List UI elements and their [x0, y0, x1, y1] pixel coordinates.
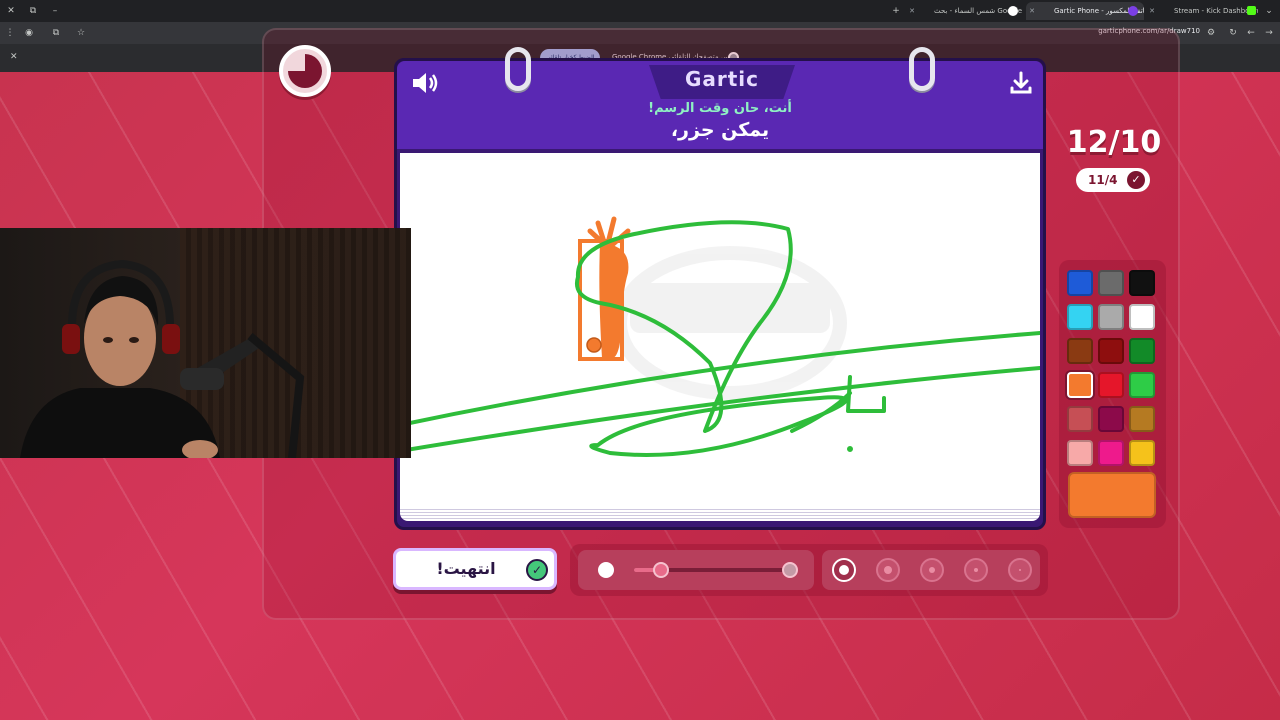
brush-size-xl[interactable] — [832, 558, 856, 582]
color-swatch[interactable] — [1098, 304, 1124, 330]
notebook-ring-right — [909, 47, 935, 91]
drawing-canvas[interactable] — [400, 153, 1040, 507]
color-swatch[interactable] — [1129, 372, 1155, 398]
brush-dot — [929, 567, 935, 573]
color-swatch[interactable] — [1098, 338, 1124, 364]
tab-close-icon[interactable]: ✕ — [906, 2, 918, 20]
tab-kick-dashboard[interactable]: ✕ Stream - Kick Dashboard — [1146, 2, 1258, 20]
color-swatch[interactable] — [1129, 304, 1155, 330]
round-counter: 12/10 — [1066, 125, 1162, 160]
speaker-icon[interactable] — [411, 71, 439, 95]
site-settings-icon[interactable]: ⚙ — [1204, 26, 1218, 40]
color-swatch[interactable] — [1129, 440, 1155, 466]
done-button[interactable]: انتهيت! ✓ — [393, 548, 557, 590]
streamer-figure — [20, 259, 305, 458]
menu-icon[interactable]: ⋮ — [3, 26, 17, 40]
notebook-ring-left — [505, 47, 531, 91]
brush-size-sm[interactable] — [964, 558, 988, 582]
bottom-toolbar — [570, 544, 1048, 596]
color-swatch[interactable] — [1067, 338, 1093, 364]
color-swatch[interactable] — [1067, 372, 1093, 398]
prompt-sentence: يمكن جزر، — [670, 119, 770, 141]
tab-title: Stream - Kick Dashboard — [1174, 7, 1258, 15]
done-button-label: انتهيت! — [436, 559, 496, 578]
brush-size-picker — [822, 550, 1040, 590]
close-infobar-icon[interactable]: ✕ — [10, 52, 18, 62]
color-swatch[interactable] — [1098, 372, 1124, 398]
tab-google-search[interactable]: ✕ شمس السماء - بحث Google — [906, 2, 1024, 20]
tab-share-icon[interactable]: ⧉ — [49, 26, 63, 40]
color-swatch[interactable] — [1129, 406, 1155, 432]
timer-icon — [279, 45, 331, 97]
color-swatch[interactable] — [1067, 440, 1093, 466]
color-swatch[interactable] — [1098, 440, 1124, 466]
tab-close-icon[interactable]: ✕ — [1146, 2, 1158, 20]
check-icon: ✓ — [1127, 171, 1145, 189]
brush-size-lg[interactable] — [876, 558, 900, 582]
color-swatch[interactable] — [1129, 338, 1155, 364]
prompt-instruction: أنت، حان وقت الرسم! — [648, 101, 792, 116]
google-icon — [1008, 6, 1018, 16]
color-swatch[interactable] — [1067, 270, 1093, 296]
extension-icon[interactable]: ◉ — [22, 26, 36, 40]
browser-tab-bar: ✕ ⧉ – + ✕ شمس السماء - بحث Google ✕ Gart… — [0, 0, 1280, 22]
restore-window-icon[interactable]: ⧉ — [26, 4, 40, 18]
notebook-page-edge — [400, 507, 1040, 521]
back-icon[interactable]: → — [1262, 26, 1276, 40]
new-tab-icon[interactable]: + — [889, 4, 903, 18]
kick-icon — [1247, 6, 1256, 15]
gartic-logo: Gartic — [684, 67, 760, 91]
tab-close-icon[interactable]: ✕ — [1026, 2, 1038, 20]
bookmark-star-icon[interactable]: ☆ — [74, 26, 88, 40]
brush-dot — [884, 566, 892, 574]
color-swatch[interactable] — [1129, 270, 1155, 296]
opacity-slider-box — [578, 550, 814, 590]
players-done-count: 11/4 — [1088, 173, 1118, 187]
current-color-preview — [1068, 472, 1156, 518]
brush-size-md[interactable] — [920, 558, 944, 582]
color-swatch[interactable] — [1098, 270, 1124, 296]
carrot-drawing — [578, 216, 631, 361]
color-swatch[interactable] — [1098, 406, 1124, 432]
forward-icon[interactable]: ← — [1244, 26, 1258, 40]
brush-size-xs[interactable] — [1008, 558, 1032, 582]
opacity-max-icon — [782, 562, 798, 578]
brush-dot — [974, 568, 978, 572]
opacity-slider-knob[interactable] — [653, 562, 669, 578]
notebook-header: Gartic أنت، حان وقت الرسم! يمكن جزر، — [397, 61, 1043, 149]
color-palette — [1059, 260, 1166, 528]
drawing-notebook: Gartic أنت، حان وقت الرسم! يمكن جزر، — [394, 47, 1046, 530]
opacity-min-icon — [598, 562, 614, 578]
color-swatch[interactable] — [1067, 406, 1093, 432]
webcam-overlay — [0, 228, 411, 458]
reload-icon[interactable]: ↻ — [1226, 26, 1240, 40]
download-icon[interactable] — [1009, 71, 1033, 95]
gartic-phone-icon — [1128, 6, 1138, 16]
close-window-icon[interactable]: ✕ — [4, 4, 18, 18]
color-swatch[interactable] — [1067, 304, 1093, 330]
check-icon: ✓ — [526, 559, 548, 581]
tab-gartic-phone[interactable]: ✕ Gartic Phone - الهاتف المكسور — [1026, 2, 1144, 20]
minimize-window-icon[interactable]: – — [48, 4, 62, 18]
brush-dot — [839, 565, 849, 575]
players-done-badge: 11/4 ✓ — [1076, 168, 1150, 192]
brush-dot — [1019, 569, 1021, 571]
tab-search-icon[interactable]: ⌄ — [1262, 4, 1276, 18]
